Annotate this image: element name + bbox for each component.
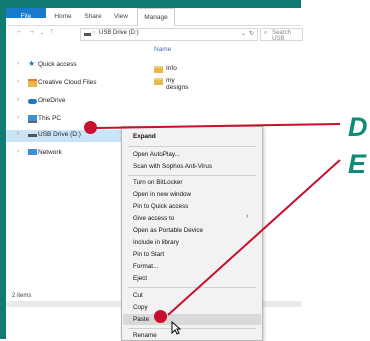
search-input[interactable]: ⌕ Search USB <box>260 28 303 42</box>
chevron-right-icon[interactable]: › <box>17 149 19 155</box>
menu-item-turn-on-bitlocker[interactable]: Turn on BitLocker <box>133 179 182 186</box>
context-menu: Expand Open AutoPlay... Scan with Sophos… <box>121 126 263 341</box>
search-icon: ⌕ <box>264 30 268 36</box>
network-icon <box>28 149 37 155</box>
menu-item-open-autoplay[interactable]: Open AutoPlay... <box>133 151 180 158</box>
nav-item-label: USB Drive (D:) <box>38 131 81 138</box>
nav-item-label: Creative Cloud Files <box>38 79 97 86</box>
nav-item-this-pc[interactable]: › This PC <box>6 114 146 126</box>
callout-dot-e <box>154 310 167 323</box>
nav-item-label: This PC <box>38 115 62 122</box>
drive-small-icon <box>84 33 91 36</box>
address-row: ← → ⌄ ↑ › USB Drive (D:) ⌄ ↻ ⌕ Search US… <box>6 26 303 42</box>
menu-item-paste[interactable]: Paste <box>133 316 149 323</box>
menu-item-format[interactable]: Format... <box>133 263 158 270</box>
menu-item-copy[interactable]: Copy <box>133 304 148 311</box>
forward-arrow-icon[interactable]: → <box>28 28 35 35</box>
drive-icon <box>28 134 37 137</box>
chevron-right-icon[interactable]: › <box>17 115 19 121</box>
menu-divider <box>128 328 256 329</box>
tab-share[interactable]: Share <box>80 8 106 25</box>
tab-view[interactable]: View <box>110 8 132 25</box>
file-name: Info <box>166 65 177 72</box>
back-arrow-icon[interactable]: ← <box>16 28 23 35</box>
chevron-right-icon[interactable]: › <box>17 61 19 67</box>
menu-item-give-access[interactable]: Give access to <box>133 215 174 222</box>
mouse-cursor-icon <box>171 321 181 335</box>
nav-item-label: Quick access <box>38 61 77 68</box>
search-placeholder: Search USB <box>272 30 292 42</box>
refresh-icon[interactable]: ↻ <box>249 30 254 37</box>
tab-file[interactable]: File <box>6 8 46 20</box>
nav-item-quick-access[interactable]: › ★ Quick access <box>6 59 146 72</box>
chevron-right-icon[interactable]: › <box>17 79 19 85</box>
menu-divider <box>128 175 256 176</box>
folder-icon <box>154 66 163 73</box>
menu-item-open-portable-device[interactable]: Open as Portable Device <box>133 227 203 234</box>
address-bar[interactable]: › USB Drive (D:) ⌄ ↻ <box>80 28 258 41</box>
submenu-arrow-icon: › <box>246 213 249 220</box>
menu-item-scan-sophos[interactable]: Scan with Sophos Anti-Virus <box>133 163 212 170</box>
callout-label-e: E <box>348 149 367 179</box>
menu-item-open-new-window[interactable]: Open in new window <box>133 191 191 198</box>
address-dropdown-icon[interactable]: ⌄ <box>241 30 246 37</box>
menu-item-pin-quick-access[interactable]: Pin to Quick access <box>133 203 188 210</box>
column-header-name[interactable]: Name <box>154 46 171 53</box>
callout-label-d: D <box>348 112 368 142</box>
ribbon: File Home Share View Manage <box>6 8 301 26</box>
address-path: USB Drive (D:) <box>99 30 139 36</box>
menu-item-rename[interactable]: Rename <box>133 332 157 339</box>
chevron-right-icon[interactable]: › <box>17 131 19 137</box>
up-arrow-icon[interactable]: ↑ <box>50 28 54 35</box>
menu-item-pin-start[interactable]: Pin to Start <box>133 251 164 258</box>
path-separator-icon: › <box>93 30 95 36</box>
recent-chevron-icon[interactable]: ⌄ <box>40 30 44 36</box>
menu-item-cut[interactable]: Cut <box>133 292 143 299</box>
star-icon: ★ <box>28 59 36 68</box>
menu-item-eject[interactable]: Eject <box>133 275 147 282</box>
menu-item-include-library[interactable]: Include in library <box>133 239 179 246</box>
file-name: my designs <box>166 77 189 91</box>
menu-divider <box>128 146 256 147</box>
folder-icon <box>154 78 163 85</box>
nav-item-label: OneDrive <box>38 97 66 104</box>
nav-item-creative-cloud[interactable]: › Creative Cloud Files <box>6 78 146 90</box>
cloud-icon <box>28 99 37 104</box>
callout-dot-d <box>84 121 97 134</box>
computer-icon <box>28 115 37 123</box>
menu-item-expand[interactable]: Expand <box>133 133 156 140</box>
nav-item-onedrive[interactable]: › OneDrive <box>6 96 146 108</box>
chevron-right-icon[interactable]: › <box>17 97 19 103</box>
status-item-count: 2 items <box>12 293 32 299</box>
folder-icon <box>28 79 37 87</box>
tab-home[interactable]: Home <box>50 8 76 25</box>
nav-item-label: Network <box>38 149 62 156</box>
tab-manage[interactable]: Manage <box>137 8 175 26</box>
menu-divider <box>128 287 256 288</box>
